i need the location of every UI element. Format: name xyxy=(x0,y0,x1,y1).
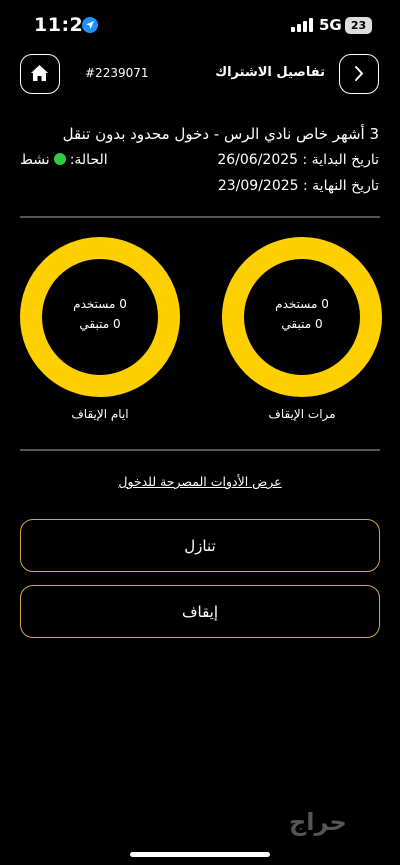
page-title: تفاصيل الاشتراك xyxy=(215,65,325,80)
home-button[interactable] xyxy=(20,54,60,94)
plan-name: 3 أشهر خاص نادي الرس - دخول محدود بدون ت… xyxy=(62,125,379,143)
network-type: 5G xyxy=(319,16,342,34)
home-indicator[interactable] xyxy=(130,852,270,857)
home-icon xyxy=(31,65,48,81)
pause-button[interactable]: إيقاف xyxy=(20,585,380,638)
status-dot-icon xyxy=(53,153,66,165)
pause-count-text: 0 مستخدم 0 متبقي xyxy=(222,294,382,334)
battery-icon: 23 xyxy=(345,17,372,34)
status-row: الحالة: نشط xyxy=(20,152,108,168)
pause-days-remaining: 0 متبقي xyxy=(79,317,121,331)
pause-count-caption: مرات الإيقاف xyxy=(268,407,336,421)
chevron-right-icon xyxy=(355,66,363,81)
status-value: نشط xyxy=(20,152,50,168)
subscription-id: #2239071 xyxy=(85,66,149,80)
pause-days-text: 0 مستخدم 0 متبقي xyxy=(20,294,180,334)
signal-icon xyxy=(291,18,313,32)
end-date: تاريخ النهاية : 23/09/2025 xyxy=(217,178,379,194)
haraj-logo: حراج xyxy=(289,808,347,836)
start-date: تاريخ البداية : 26/06/2025 xyxy=(217,152,379,168)
back-button[interactable] xyxy=(339,54,379,94)
divider xyxy=(20,216,380,218)
pause-count-used: 0 مستخدم xyxy=(275,297,329,311)
waive-button[interactable]: تنازل xyxy=(20,519,380,572)
allowed-tools-link[interactable]: عرض الأدوات المصرحة للدخول xyxy=(0,474,400,489)
divider xyxy=(20,449,380,451)
pause-days-used: 0 مستخدم xyxy=(73,297,127,311)
location-arrow-icon xyxy=(82,17,98,33)
pause-count-remaining: 0 متبقي xyxy=(281,317,323,331)
status-label: الحالة: xyxy=(69,152,108,168)
pause-days-caption: ايام الإيقاف xyxy=(71,407,129,421)
